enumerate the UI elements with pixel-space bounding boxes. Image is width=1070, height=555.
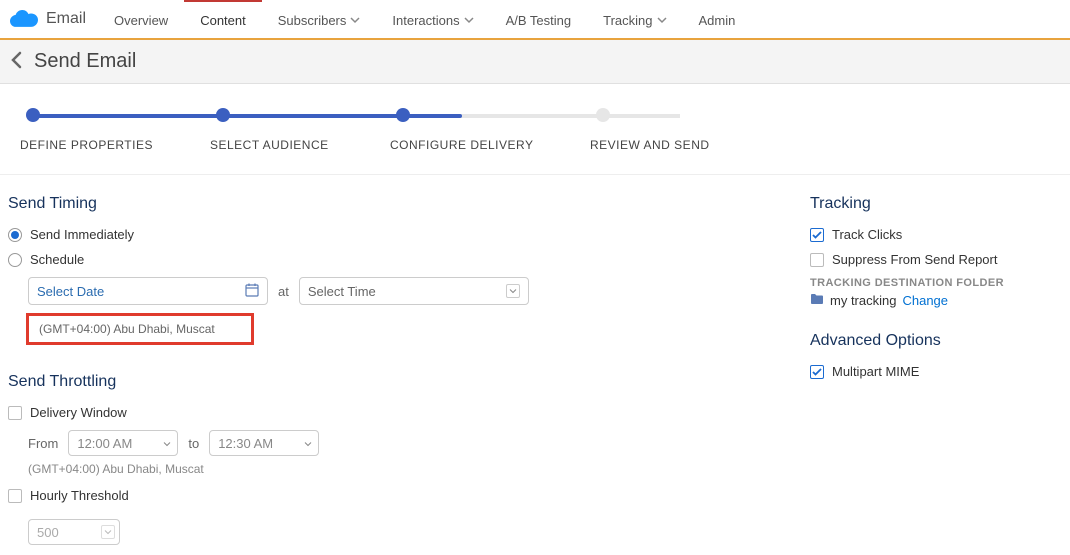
nav-tabs: Overview Content Subscribers Interaction… (98, 0, 751, 38)
right-column: Tracking Track Clicks Suppress From Send… (810, 195, 1050, 545)
brand-product: Email (46, 10, 86, 28)
section-title-timing: Send Timing (8, 195, 728, 213)
checkbox-multipart-mime[interactable]: Multipart MIME (810, 364, 1040, 379)
step-dot-icon (216, 108, 230, 122)
tab-interactions[interactable]: Interactions (376, 0, 489, 38)
checkbox-icon (8, 489, 22, 503)
delivery-window-row: From 12:00 AM to 12:30 AM (28, 430, 728, 456)
throttling-section: Send Throttling Delivery Window From 12:… (8, 373, 728, 545)
page-title: Send Email (34, 50, 136, 73)
to-label: to (188, 436, 199, 451)
step-review-send[interactable]: REVIEW AND SEND (590, 108, 770, 152)
chevron-down-icon (350, 13, 360, 28)
chevron-down-icon (163, 436, 171, 451)
chevron-down-icon (101, 525, 115, 539)
checkbox-icon (810, 253, 824, 267)
step-dot-icon (26, 108, 40, 122)
checkbox-label: Suppress From Send Report (832, 252, 997, 267)
checkbox-suppress-report[interactable]: Suppress From Send Report (810, 252, 1040, 267)
checkbox-icon (810, 228, 824, 242)
top-nav: Email Overview Content Subscribers Inter… (0, 0, 1070, 40)
tracking-folder-name: my tracking (830, 293, 896, 308)
tracking-section: Tracking Track Clicks Suppress From Send… (810, 195, 1040, 308)
checkbox-label: Track Clicks (832, 227, 902, 242)
chevron-down-icon (506, 284, 520, 298)
step-configure-delivery[interactable]: CONFIGURE DELIVERY (390, 108, 590, 152)
tab-overview[interactable]: Overview (98, 0, 184, 38)
stepper: DEFINE PROPERTIES SELECT AUDIENCE CONFIG… (0, 84, 1070, 175)
section-title-tracking: Tracking (810, 195, 1040, 213)
change-folder-link[interactable]: Change (902, 293, 948, 308)
date-input[interactable]: Select Date (28, 277, 268, 305)
checkbox-icon (810, 365, 824, 379)
radio-label: Send Immediately (30, 227, 134, 242)
tab-admin[interactable]: Admin (683, 0, 752, 38)
tracking-folder-label: TRACKING DESTINATION FOLDER (810, 277, 1040, 289)
from-label: From (28, 436, 58, 451)
chevron-down-icon (304, 436, 312, 451)
step-define-properties[interactable]: DEFINE PROPERTIES (20, 108, 210, 152)
checkbox-delivery-window[interactable]: Delivery Window (8, 405, 728, 420)
checkbox-label: Multipart MIME (832, 364, 919, 379)
from-time-select[interactable]: 12:00 AM (68, 430, 178, 456)
throttling-timezone: (GMT+04:00) Abu Dhabi, Muscat (28, 462, 728, 476)
section-title-throttling: Send Throttling (8, 373, 728, 391)
checkbox-hourly-threshold[interactable]: Hourly Threshold (8, 488, 728, 503)
chevron-down-icon (464, 13, 474, 28)
tab-ab-testing[interactable]: A/B Testing (490, 0, 588, 38)
tab-subscribers[interactable]: Subscribers (262, 0, 377, 38)
date-placeholder: Select Date (37, 284, 104, 299)
radio-icon (8, 253, 22, 267)
from-value: 12:00 AM (77, 436, 132, 451)
checkbox-icon (8, 406, 22, 420)
back-icon[interactable] (8, 51, 26, 72)
step-dot-icon (596, 108, 610, 122)
page-header: Send Email (0, 40, 1070, 84)
threshold-value: 500 (37, 525, 59, 540)
brand: Email (0, 7, 98, 32)
step-dot-icon (396, 108, 410, 122)
radio-send-immediately[interactable]: Send Immediately (8, 227, 728, 242)
step-select-audience[interactable]: SELECT AUDIENCE (210, 108, 390, 152)
advanced-section: Advanced Options Multipart MIME (810, 332, 1040, 379)
at-label: at (278, 284, 289, 299)
chevron-down-icon (657, 13, 667, 28)
tab-content[interactable]: Content (184, 0, 262, 38)
cloud-icon (10, 7, 38, 32)
tab-tracking[interactable]: Tracking (587, 0, 682, 38)
time-placeholder: Select Time (308, 284, 376, 299)
to-time-select[interactable]: 12:30 AM (209, 430, 319, 456)
checkbox-track-clicks[interactable]: Track Clicks (810, 227, 1040, 242)
folder-icon (810, 293, 824, 308)
calendar-icon (245, 283, 259, 300)
threshold-input[interactable]: 500 (28, 519, 120, 545)
left-column: Send Timing Send Immediately Schedule Se… (8, 195, 728, 545)
radio-label: Schedule (30, 252, 84, 267)
main: Send Timing Send Immediately Schedule Se… (0, 175, 1070, 555)
to-value: 12:30 AM (218, 436, 273, 451)
checkbox-label: Hourly Threshold (30, 488, 129, 503)
section-title-advanced: Advanced Options (810, 332, 1040, 350)
schedule-row: Select Date at Select Time (28, 277, 728, 305)
time-input[interactable]: Select Time (299, 277, 529, 305)
checkbox-label: Delivery Window (30, 405, 127, 420)
tracking-folder-row: my tracking Change (810, 293, 1040, 308)
timezone-display: (GMT+04:00) Abu Dhabi, Muscat (26, 313, 254, 345)
radio-schedule[interactable]: Schedule (8, 252, 728, 267)
radio-icon (8, 228, 22, 242)
